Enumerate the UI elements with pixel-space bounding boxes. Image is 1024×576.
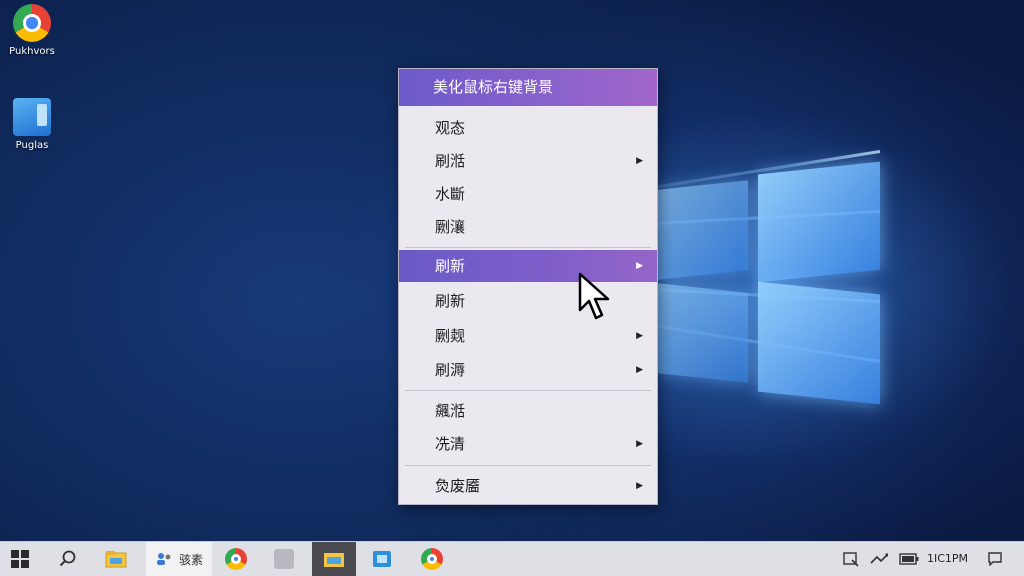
menu-separator [405,465,651,466]
notification-button[interactable] [982,542,1008,576]
mouse-cursor-icon [578,272,610,320]
logo-pane [658,283,748,383]
menu-item[interactable]: 飆湉 [399,395,657,427]
menu-item[interactable]: 观态 [399,112,657,144]
clock[interactable]: 1IC1PM [927,542,968,576]
desktop-icon-chrome[interactable]: Pukhvors [0,4,64,57]
menu-item-highlighted[interactable]: 刷新 ▶ [399,250,657,282]
file-explorer-icon [105,551,127,568]
menu-item-label: 观态 [435,119,466,137]
desktop-icon-label: Puglas [15,140,49,151]
menu-item-label: 刷湉 [435,152,466,170]
menu-item-label: 冼清 [435,435,466,453]
menu-separator [405,247,651,248]
contacts-icon [843,552,859,567]
taskbar-search-label: 骇素 [178,552,203,567]
menu-item[interactable]: 劂瀼 [399,211,657,243]
taskbar-search-box[interactable]: 骇素 [146,542,212,576]
start-button[interactable] [0,542,40,576]
battery-tray-button[interactable] [896,542,922,576]
menu-item-label: 刷新 [435,292,466,310]
menu-item-label: 劂瀼 [435,218,466,236]
menu-item-label: 刷新 [435,257,466,275]
chrome-icon [421,548,443,570]
notification-icon [988,552,1002,566]
submenu-arrow-icon: ▶ [636,331,643,341]
menu-item[interactable]: 冼清 ▶ [399,428,657,460]
chrome-icon [13,4,51,42]
logo-pane [758,161,880,283]
store-taskbar-button[interactable] [362,542,402,576]
menu-separator [405,390,651,391]
menu-item[interactable]: 水斷 [399,178,657,210]
desktop-icon-app[interactable]: Puglas [0,98,64,151]
chrome-icon [225,548,247,570]
taskbar: 骇素 1IC1PM [0,541,1024,576]
menu-item-label: 烉废靥 [435,477,481,495]
battery-icon [899,553,919,565]
app-icon [13,98,51,136]
folder-icon [324,553,344,567]
menu-item-label: 飆湉 [435,402,466,420]
submenu-arrow-icon: ▶ [636,261,643,271]
menu-item-label: 刷溽 [435,361,466,379]
app-icon [274,549,294,569]
people-tray-button[interactable] [838,542,864,576]
menu-header: 美化鼠标右键背景 [399,69,657,106]
chrome-taskbar-button[interactable] [216,542,256,576]
menu-item[interactable]: 刷溽 ▶ [399,354,657,386]
submenu-arrow-icon: ▶ [636,439,643,449]
menu-item[interactable]: 刷新 [399,285,657,317]
file-explorer-button[interactable] [96,542,136,576]
app-taskbar-button[interactable] [264,542,304,576]
search-icon [59,550,76,567]
submenu-arrow-icon: ▶ [636,156,643,166]
menu-item[interactable]: 劂觌 ▶ [399,320,657,352]
explorer-taskbar-button-active[interactable] [312,542,356,576]
menu-item[interactable]: 刷湉 ▶ [399,145,657,177]
network-icon [870,553,888,564]
windows-start-icon [11,550,29,568]
submenu-arrow-icon: ▶ [636,365,643,375]
menu-item[interactable]: 烉废靥 ▶ [399,470,657,502]
logo-pane [758,281,880,405]
menu-item-label: 水斷 [435,185,466,203]
context-menu: 美化鼠标右键背景 观态 刷湉 ▶ 水斷 劂瀼 刷新 ▶ 刷新 劂觌 ▶ 刷溽 ▶… [398,68,658,505]
people-icon [156,553,171,565]
desktop-icon-label: Pukhvors [9,46,55,57]
submenu-arrow-icon: ▶ [636,481,643,491]
store-icon [373,551,391,567]
network-tray-button[interactable] [866,542,892,576]
chrome-taskbar-button[interactable] [410,542,454,576]
menu-item-label: 劂觌 [435,327,466,345]
search-button[interactable] [48,542,88,576]
logo-pane [658,180,748,280]
